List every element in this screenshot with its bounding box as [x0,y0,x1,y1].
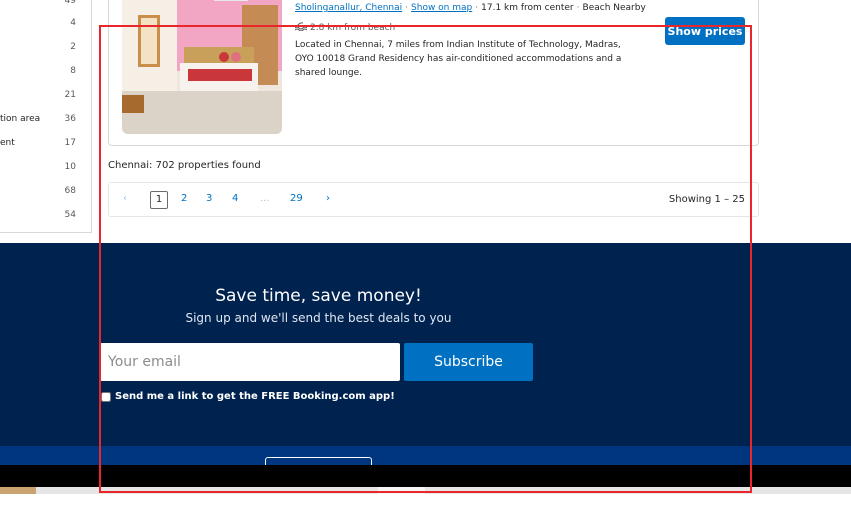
filter-sidebar: 49 4 2 8 21 tion area 36 ent 17 10 68 54 [0,0,92,233]
email-field[interactable] [100,343,400,381]
bottom-strip [0,487,851,519]
app-link-checkbox[interactable] [101,391,111,402]
prev-page-button[interactable]: ‹ [123,193,127,204]
filter-row[interactable]: 68 [0,184,92,200]
newsletter-subtitle: Sign up and we'll send the best deals to… [185,311,452,325]
page-ellipsis: ... [260,193,270,204]
filter-count: 4 [70,18,76,28]
page-link-last[interactable]: 29 [290,193,303,204]
separator-dot: · [475,3,479,13]
filter-count: 36 [64,114,76,124]
beach-nearby-badge: Beach Nearby [582,3,646,13]
beach-distance: 2.8 km from beach [294,21,396,34]
beach-wave-icon [294,21,308,34]
filter-row[interactable]: 54 [0,208,92,224]
page-link-current[interactable]: 1 [150,191,168,209]
next-page-button[interactable]: › [326,193,330,204]
page-link[interactable]: 2 [181,193,187,204]
show-prices-button[interactable]: Show prices [665,17,745,45]
filter-count: 8 [70,66,76,76]
filter-count: 54 [64,210,76,220]
newsletter-section: Save time, save money! Sign up and we'll… [0,243,851,446]
page-link[interactable]: 4 [232,193,238,204]
showing-range: Showing 1 – 25 [668,194,745,205]
filter-row[interactable]: 8 [0,64,92,80]
property-description: Located in Chennai, 7 miles from Indian … [295,40,622,78]
bottom-thumbnail [0,487,36,494]
bottom-divider [0,487,851,494]
subscribe-button[interactable]: Subscribe [404,343,533,381]
app-link-label: Send me a link to get the FREE Booking.c… [115,391,395,402]
show-on-map-link[interactable]: Show on map [411,3,472,13]
filter-row[interactable]: tion area 36 [0,112,92,128]
property-card: Sholinganallur, Chennai · Show on map · 17.1… [108,0,759,146]
filter-row[interactable]: 4 [0,16,92,32]
newsletter-title: Save time, save money! [215,286,422,306]
filter-label: ent [0,138,15,148]
footer-strip [0,446,851,467]
filter-row[interactable]: 49 [0,0,92,10]
hotel-room-image [122,0,282,134]
filter-row[interactable]: 10 [0,160,92,176]
filter-count: 2 [70,42,76,52]
filter-row[interactable]: 21 [0,88,92,104]
filter-count: 49 [64,0,76,6]
app-link-option[interactable]: Send me a link to get the FREE Booking.c… [101,391,395,402]
location-line: Sholinganallur, Chennai · Show on map · 17.1… [295,3,646,13]
bottom-light-block [378,487,425,494]
separator-dot: · [576,3,580,13]
filter-row[interactable]: 2 [0,40,92,56]
filter-count: 68 [64,186,76,196]
filter-row[interactable]: ent 17 [0,136,92,152]
distance-text: 17.1 km from center [481,3,574,13]
results-count: Chennai: 702 properties found [108,160,261,171]
black-bar [0,465,851,487]
location-link[interactable]: Sholinganallur, Chennai [295,3,402,13]
filter-count: 21 [64,90,76,100]
beach-distance-text: 2.8 km from beach [310,22,396,33]
filter-count: 17 [64,138,76,148]
property-photo[interactable] [122,0,282,134]
filter-label: tion area [0,114,41,124]
separator-dot: · [405,3,409,13]
page-link[interactable]: 3 [206,193,212,204]
pagination: ‹ 1 2 3 4 ... 29 › Showing 1 – 25 [108,182,759,217]
filter-count: 10 [64,162,76,172]
